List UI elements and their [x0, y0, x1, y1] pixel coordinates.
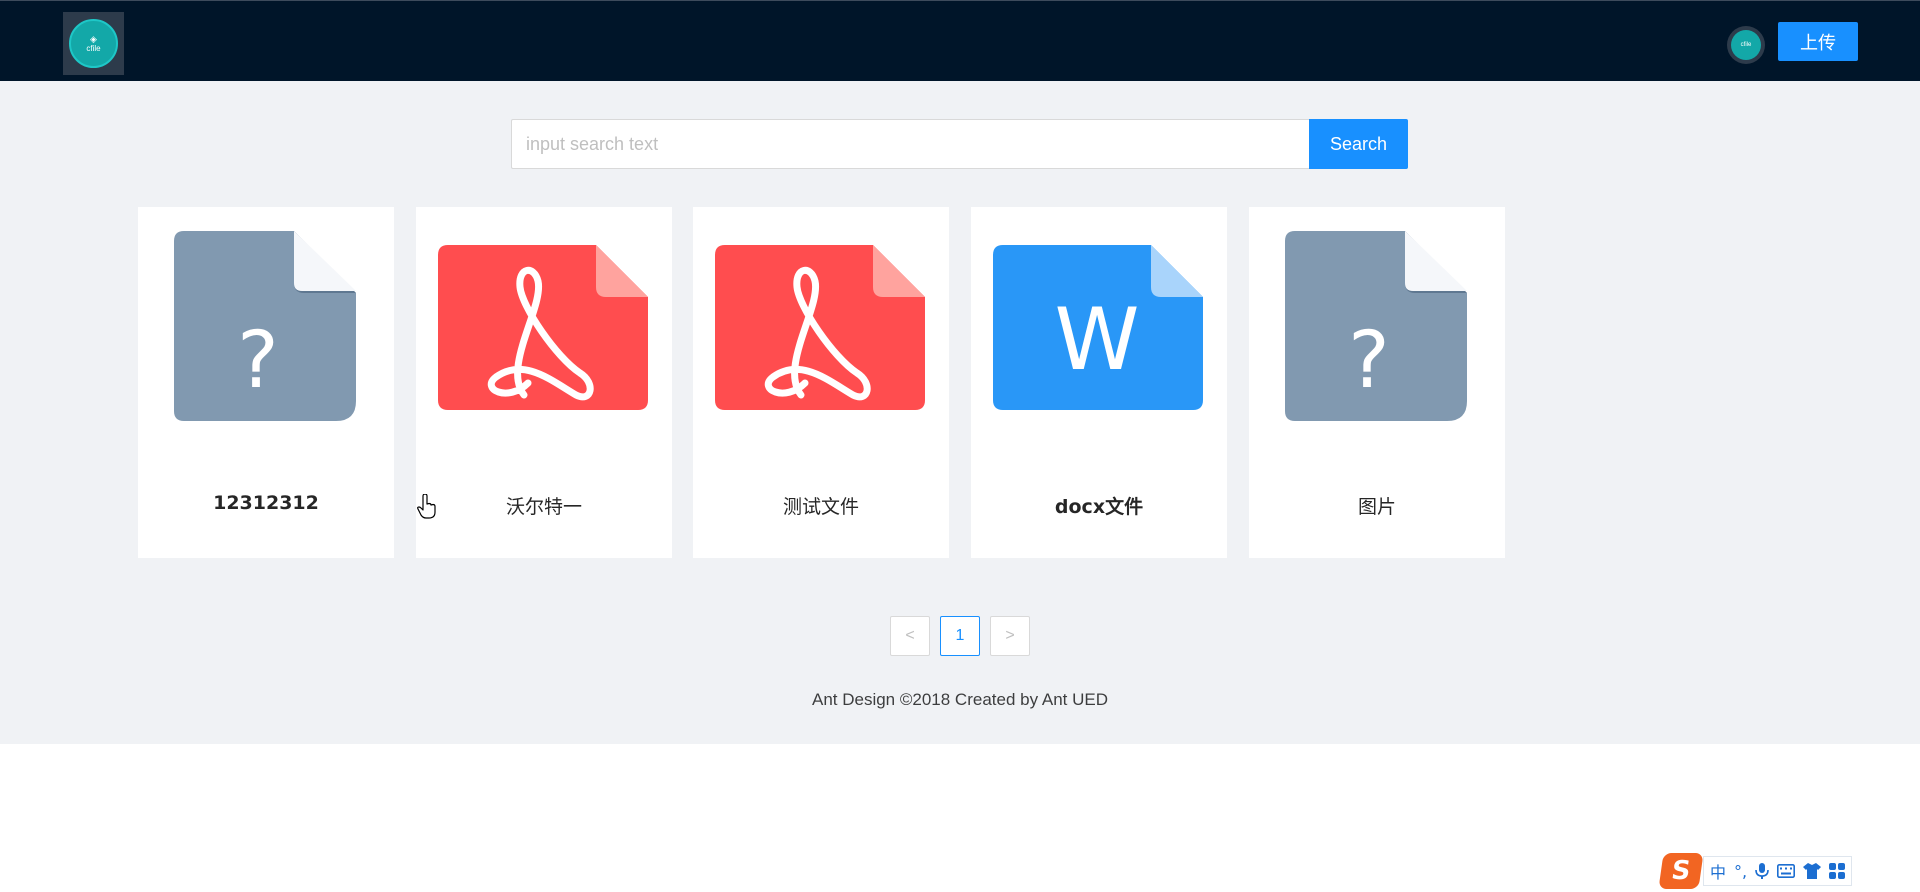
word-glyph: W — [1054, 290, 1139, 390]
logo-text: cfile — [86, 43, 101, 53]
page-number: 1 — [955, 627, 965, 644]
ime-language-toggle[interactable]: 中 — [1710, 859, 1726, 883]
unknown-glyph: ? — [237, 316, 278, 406]
ime-toolbar: S 中 °, — [1658, 853, 1885, 889]
avatar-text: cfile — [1731, 30, 1761, 60]
chevron-left-icon: < — [905, 627, 915, 644]
keyboard-icon[interactable] — [1777, 864, 1796, 878]
next-page-button[interactable]: > — [990, 616, 1030, 656]
file-card[interactable]: ? 图片 — [1249, 207, 1505, 558]
file-name: 测试文件 — [782, 496, 859, 518]
pagination: < 1 > — [890, 616, 1030, 656]
search-input[interactable] — [511, 119, 1309, 169]
unknown-file-icon: ? — [1285, 231, 1467, 421]
sogou-logo-icon[interactable]: S — [1658, 853, 1704, 889]
top-header: ◈ cfile cfile 上传 — [0, 0, 1920, 81]
file-card[interactable]: 沃尔特一 — [416, 207, 672, 558]
search-button[interactable]: Search — [1309, 119, 1408, 169]
main-content: Search ? 12312312 沃尔特一 测试文件 — [0, 81, 1920, 744]
pdf-file-icon — [715, 245, 925, 410]
unknown-glyph: ? — [1348, 316, 1389, 406]
word-file-icon: W — [993, 245, 1203, 410]
search-bar: Search — [511, 119, 1408, 169]
ime-punctuation-toggle[interactable]: °, — [1734, 862, 1747, 881]
toolbox-grid-icon[interactable] — [1829, 863, 1846, 879]
logo-badge: ◈ cfile — [69, 19, 118, 68]
chevron-right-icon: > — [1005, 627, 1015, 644]
upload-button[interactable]: 上传 — [1778, 22, 1858, 61]
hand-pointer-icon — [417, 494, 436, 519]
unknown-file-icon: ? — [174, 231, 356, 421]
file-card[interactable]: ? 12312312 — [138, 207, 394, 558]
app-logo[interactable]: ◈ cfile — [63, 12, 124, 75]
ime-bar: 中 °, — [1703, 856, 1853, 886]
footer-text: Ant Design ©2018 Created by Ant UED — [811, 690, 1109, 709]
pdf-file-icon — [438, 245, 648, 410]
microphone-icon[interactable] — [1755, 863, 1769, 879]
file-card[interactable]: W docx文件 — [971, 207, 1227, 558]
user-avatar[interactable]: cfile — [1727, 26, 1765, 64]
page-1-button[interactable]: 1 — [940, 616, 980, 656]
file-name: 沃尔特一 — [505, 496, 582, 518]
prev-page-button[interactable]: < — [890, 616, 930, 656]
skin-shirt-icon[interactable] — [1803, 863, 1822, 879]
file-name: 图片 — [1357, 496, 1396, 518]
file-name: 12312312 — [213, 492, 319, 514]
file-name: docx文件 — [1054, 496, 1144, 518]
cube-icon: ◈ — [90, 33, 97, 44]
file-card[interactable]: 测试文件 — [693, 207, 949, 558]
